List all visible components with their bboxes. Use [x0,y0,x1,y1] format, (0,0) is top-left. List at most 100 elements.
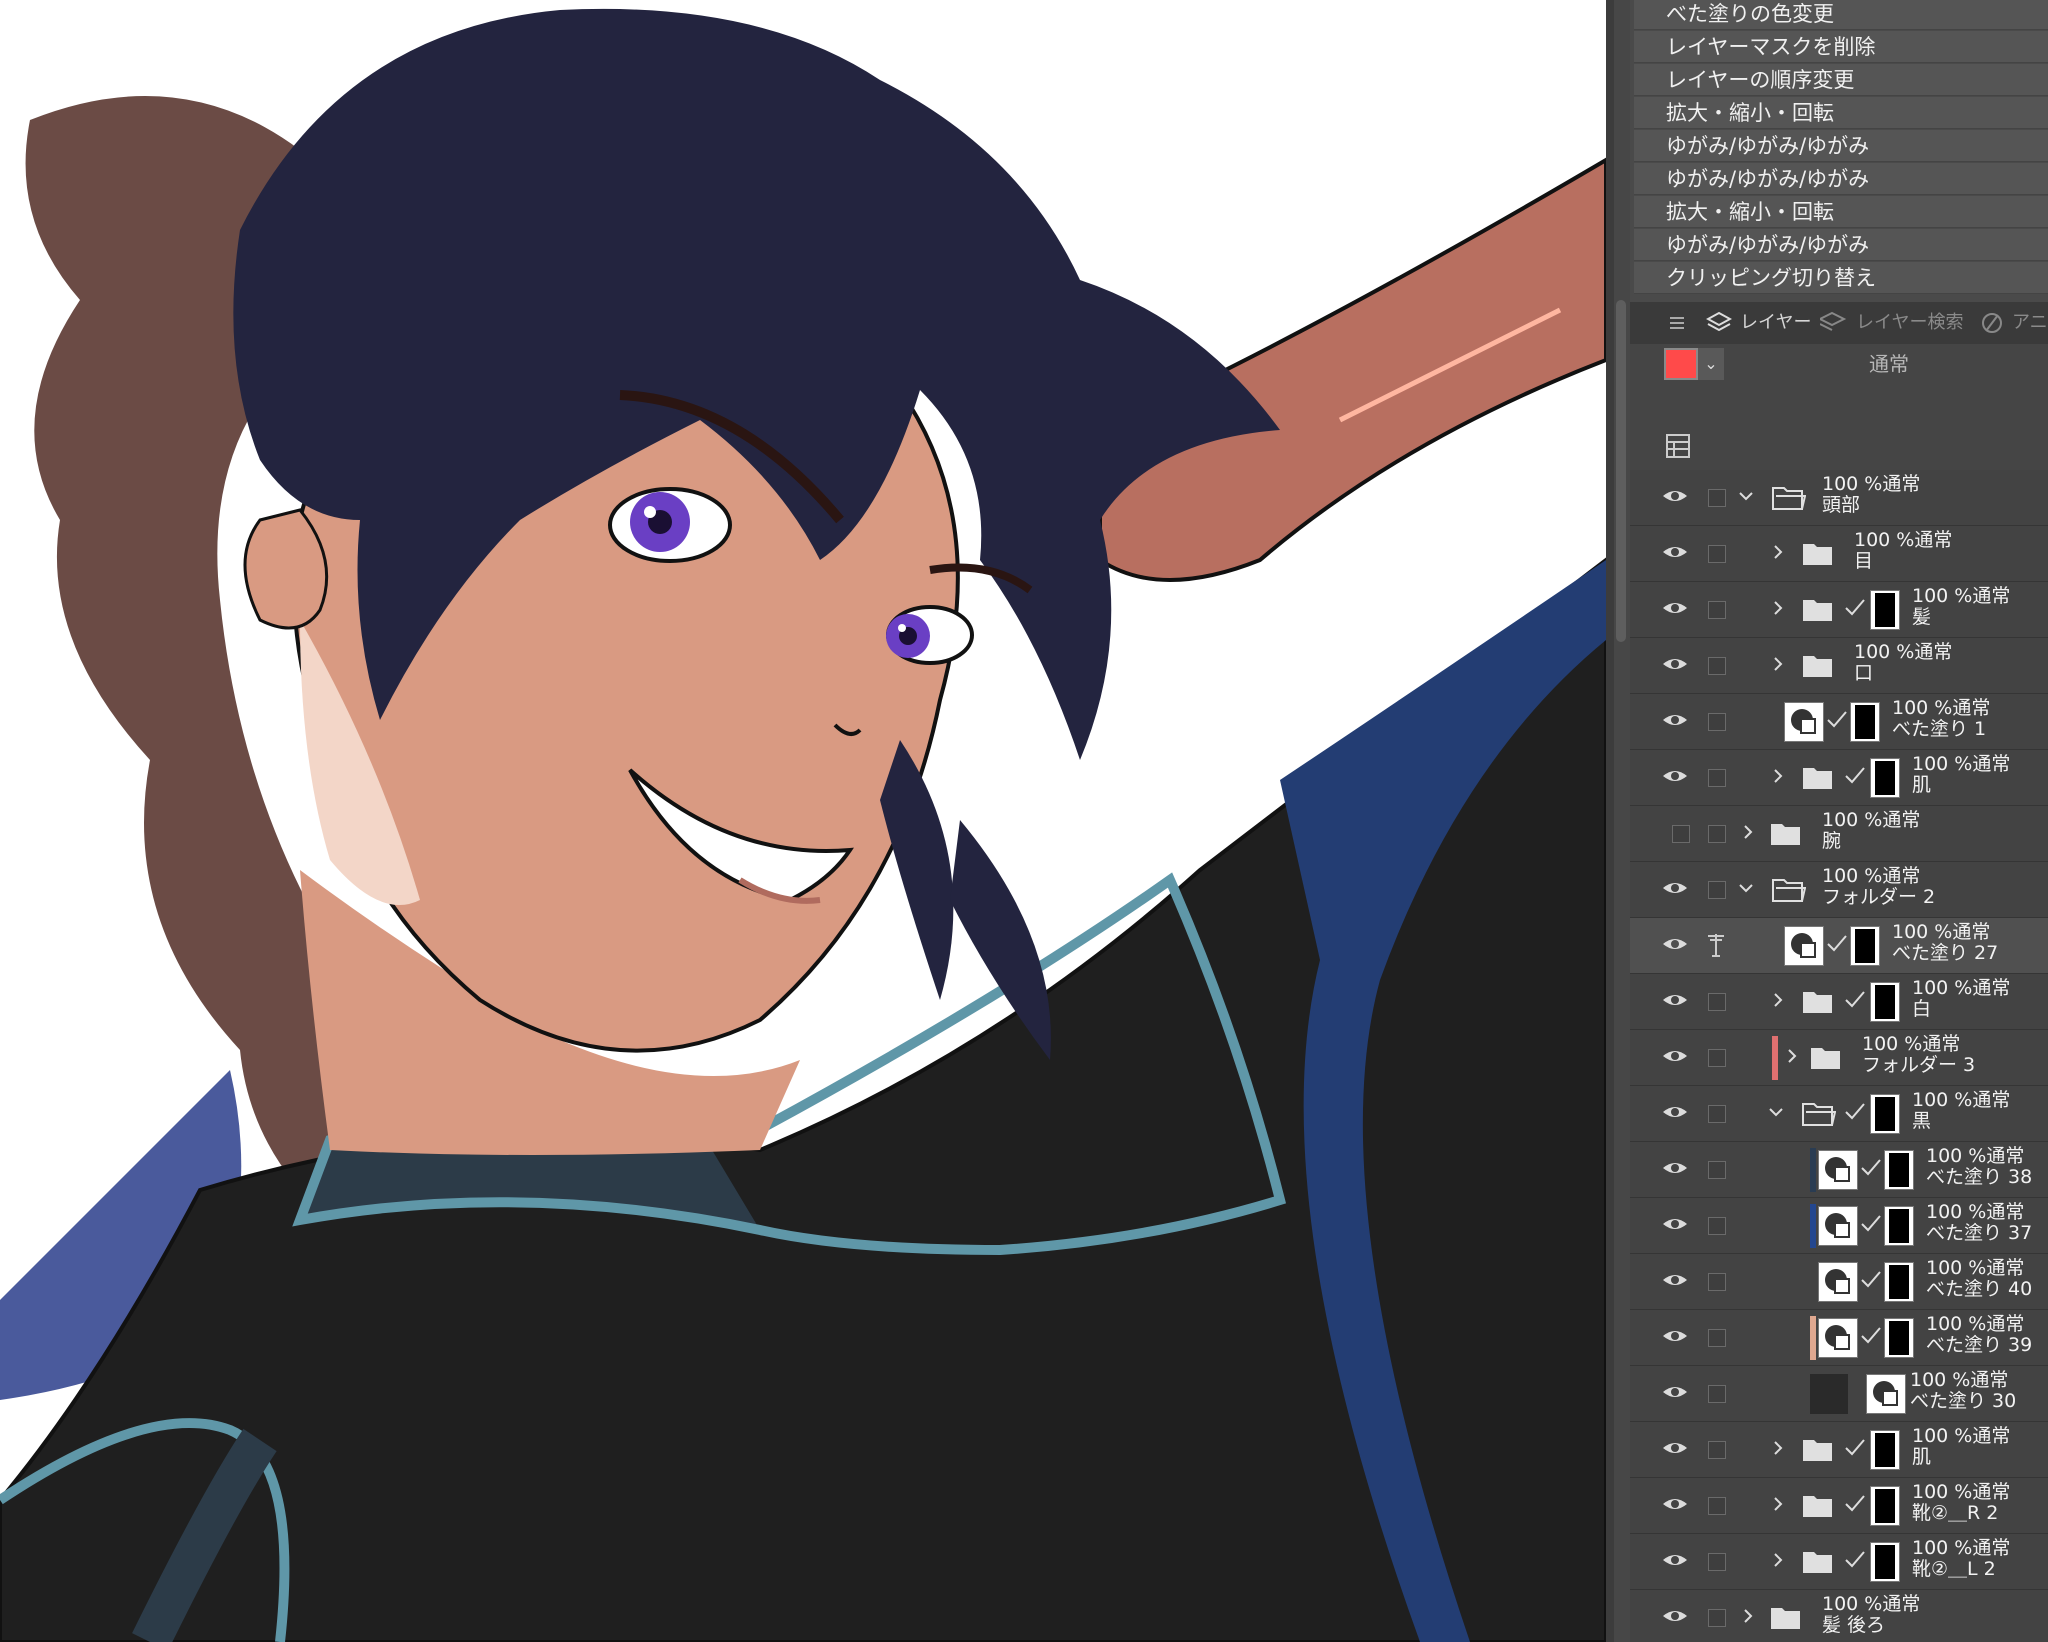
layer-lock-checkbox[interactable] [1708,1497,1726,1515]
fill-layer-thumbnail[interactable] [1818,1318,1858,1358]
layer-row[interactable]: 100 %通常 べた塗り 1 [1630,694,2048,750]
fill-layer-thumbnail[interactable] [1784,926,1824,966]
chevron-right-icon[interactable] [1770,768,1786,784]
visibility-eye-icon[interactable] [1662,1214,1688,1234]
visibility-eye-icon[interactable] [1662,542,1688,562]
visibility-eye-icon[interactable] [1662,1046,1688,1066]
visibility-eye-icon[interactable] [1662,654,1688,674]
mask-enabled-check-icon[interactable] [1860,1158,1882,1178]
layer-lock-checkbox[interactable] [1708,769,1726,787]
history-scrollbar-thumb[interactable] [1616,300,1626,642]
layer-lock-checkbox[interactable] [1708,1105,1726,1123]
visibility-eye-icon[interactable] [1662,598,1688,618]
layer-lock-checkbox[interactable] [1708,1385,1726,1403]
chevron-right-icon[interactable] [1770,992,1786,1008]
layer-row[interactable]: 100 %通常 頭部 [1630,470,2048,526]
visibility-eye-icon[interactable] [1662,710,1688,730]
color-dropdown-button[interactable]: ⌄ [1698,348,1724,380]
layer-mask-thumbnail[interactable] [1870,1486,1900,1526]
layer-mask-thumbnail[interactable] [1870,1542,1900,1582]
mask-enabled-check-icon[interactable] [1860,1214,1882,1234]
history-item[interactable]: クリッピング切り替え [1634,262,2048,294]
layer-row[interactable]: 100 %通常 べた塗り 38 [1630,1142,2048,1198]
visibility-eye-icon[interactable] [1662,1438,1688,1458]
blend-mode-select[interactable]: 通常 [1730,348,2048,380]
mask-enabled-check-icon[interactable] [1844,1494,1866,1514]
mask-enabled-check-icon[interactable] [1844,766,1866,786]
layer-lock-checkbox[interactable] [1708,1553,1726,1571]
layer-lock-checkbox[interactable] [1708,1609,1726,1627]
layer-row[interactable]: 100 %通常 べた塗り 40 [1630,1254,2048,1310]
visibility-eye-icon[interactable] [1662,1606,1688,1626]
layer-lock-checkbox[interactable] [1708,657,1726,675]
layer-color-swatch[interactable] [1664,348,1698,380]
history-item[interactable]: ゆがみ/ゆがみ/ゆがみ [1634,130,2048,162]
menu-icon[interactable] [1670,315,1686,331]
chevron-right-icon[interactable] [1770,1440,1786,1456]
chevron-right-icon[interactable] [1740,1608,1756,1624]
fill-layer-thumbnail[interactable] [1818,1150,1858,1190]
visibility-eye-icon[interactable] [1662,934,1688,954]
drawing-canvas[interactable] [0,0,1606,1642]
layer-row[interactable]: 100 %通常髪 後ろ [1630,1590,2048,1642]
layer-row[interactable]: 100 %通常肌 [1630,1422,2048,1478]
history-item[interactable]: ゆがみ/ゆがみ/ゆがみ [1634,163,2048,195]
mask-enabled-check-icon[interactable] [1844,1102,1866,1122]
layer-settings-icon[interactable] [1666,434,1690,458]
visibility-eye-icon[interactable] [1662,1158,1688,1178]
layer-lock-checkbox[interactable] [1708,1049,1726,1067]
chevron-right-icon[interactable] [1770,544,1786,560]
visibility-eye-icon[interactable] [1662,1494,1688,1514]
layer-lock-checkbox[interactable] [1708,881,1726,899]
mask-enabled-check-icon[interactable] [1844,1438,1866,1458]
layer-row[interactable]: 100 %通常 フォルダー 3 [1630,1030,2048,1086]
layer-lock-checkbox[interactable] [1708,993,1726,1011]
layer-mask-thumbnail[interactable] [1870,590,1900,630]
chevron-right-icon[interactable] [1784,1048,1800,1064]
layer-row[interactable]: 100 %通常白 [1630,974,2048,1030]
layer-color-thumbnail[interactable] [1810,1374,1848,1414]
visibility-eye-icon[interactable] [1662,1382,1688,1402]
fill-layer-thumbnail[interactable] [1818,1206,1858,1246]
layer-mask-thumbnail[interactable] [1884,1318,1914,1358]
history-item[interactable]: ゆがみ/ゆがみ/ゆがみ [1634,229,2048,261]
layer-mask-thumbnail[interactable] [1870,1430,1900,1470]
chevron-down-icon[interactable] [1768,1104,1784,1120]
layer-mask-thumbnail[interactable] [1850,702,1880,742]
visibility-toggle-off[interactable] [1672,825,1690,843]
layer-mask-thumbnail[interactable] [1884,1206,1914,1246]
chevron-right-icon[interactable] [1770,600,1786,616]
layer-row[interactable]: 100 %通常黒 [1630,1086,2048,1142]
fill-layer-thumbnail[interactable] [1818,1262,1858,1302]
history-item[interactable]: べた塗りの色変更 [1634,0,2048,30]
layer-row[interactable]: 100 %通常口 [1630,638,2048,694]
layer-row[interactable]: 100 %通常腕 [1630,806,2048,862]
layer-mask-thumbnail[interactable] [1884,1150,1914,1190]
chevron-right-icon[interactable] [1770,1496,1786,1512]
layer-lock-checkbox[interactable] [1708,1273,1726,1291]
layer-mask-thumbnail[interactable] [1870,982,1900,1022]
layer-row[interactable]: 100 %通常 べた塗り 39 [1630,1310,2048,1366]
tab-layer-search[interactable]: レイヤー検索 [1820,302,1980,344]
layer-mask-thumbnail[interactable] [1850,926,1880,966]
visibility-eye-icon[interactable] [1662,1326,1688,1346]
layer-row[interactable]: 100 %通常目 [1630,526,2048,582]
layer-mask-thumbnail[interactable] [1870,1094,1900,1134]
layer-lock-checkbox[interactable] [1708,489,1726,507]
fill-layer-thumbnail[interactable] [1784,702,1824,742]
layer-lock-checkbox[interactable] [1708,545,1726,563]
layer-row-selected[interactable]: 100 %通常 べた塗り 27 [1630,918,2048,974]
layer-row[interactable]: 100 %通常肌 [1630,750,2048,806]
visibility-eye-icon[interactable] [1662,990,1688,1010]
history-item[interactable]: 拡大・縮小・回転 [1634,196,2048,228]
layer-mask-thumbnail[interactable] [1870,758,1900,798]
layer-row[interactable]: 100 %通常 フォルダー 2 [1630,862,2048,918]
layer-row[interactable]: 100 %通常 靴②＿R 2 [1630,1478,2048,1534]
history-item[interactable]: レイヤーマスクを削除 [1634,31,2048,63]
layer-row[interactable]: 100 %通常 べた塗り 37 [1630,1198,2048,1254]
mask-enabled-check-icon[interactable] [1844,1550,1866,1570]
history-item[interactable]: 拡大・縮小・回転 [1634,97,2048,129]
visibility-eye-icon[interactable] [1662,1270,1688,1290]
mask-enabled-check-icon[interactable] [1860,1270,1882,1290]
mask-enabled-check-icon[interactable] [1826,934,1848,954]
